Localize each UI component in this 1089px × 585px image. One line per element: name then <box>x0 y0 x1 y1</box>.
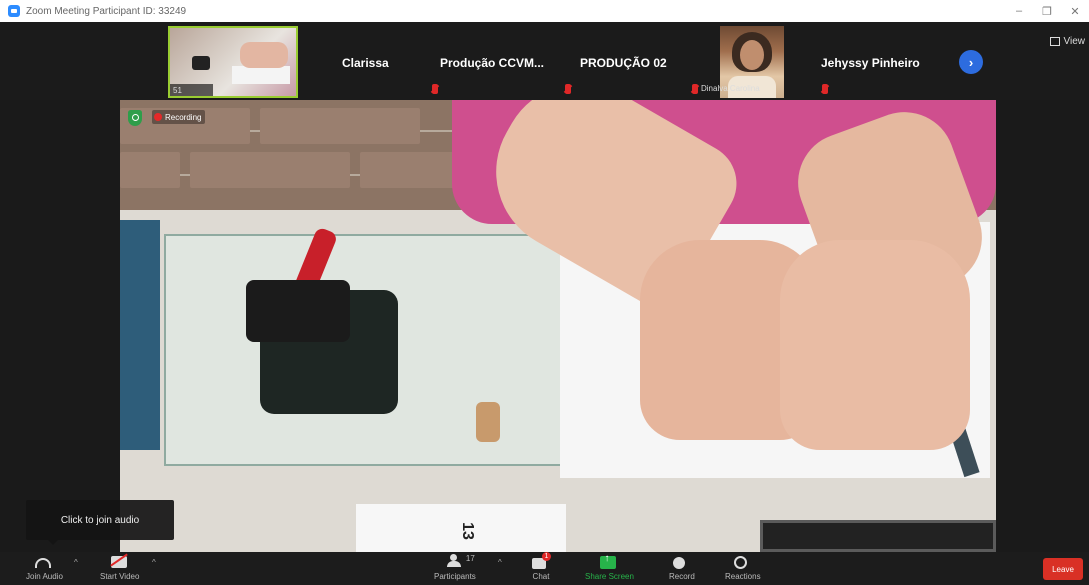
share-screen-label: Share Screen <box>585 572 634 581</box>
leave-meeting-button[interactable]: Leave <box>1043 558 1083 580</box>
ink-roller <box>246 280 350 342</box>
participants-button[interactable]: 17 Participants <box>434 554 476 581</box>
record-label: Record <box>669 572 695 581</box>
headphone-icon <box>35 558 52 568</box>
zoom-app-icon <box>8 5 20 17</box>
chat-button[interactable]: 1 Chat <box>532 552 551 581</box>
audio-options-caret[interactable]: ^ <box>74 558 78 567</box>
reactions-button[interactable]: Reactions <box>725 554 761 581</box>
chevron-right-icon: › <box>968 54 974 70</box>
tooltip-text: Click to join audio <box>60 514 140 526</box>
participants-icon <box>446 557 462 569</box>
chat-unread-badge: 1 <box>542 552 551 561</box>
participants-count: 17 <box>465 554 475 563</box>
start-video-button[interactable]: Start Video <box>100 554 139 581</box>
cork-piece <box>476 402 500 442</box>
tools-on-left <box>120 220 160 450</box>
black-box <box>760 520 996 552</box>
participants-label: Participants <box>434 572 476 581</box>
window-titlebar: Zoom Meeting Participant ID: 33249 – ❐ ✕ <box>0 0 1089 22</box>
muted-mic-icon <box>432 84 438 94</box>
minimize-button[interactable]: – <box>1005 5 1033 17</box>
restore-button[interactable]: ❐ <box>1033 5 1061 18</box>
thumbnail-paper <box>232 66 290 84</box>
muted-mic-icon <box>692 84 698 94</box>
window-title: Zoom Meeting Participant ID: 33249 <box>26 5 187 17</box>
recording-label: Recording <box>165 112 202 122</box>
close-button[interactable]: ✕ <box>1061 5 1089 18</box>
view-label: View <box>1063 36 1086 47</box>
start-video-label: Start Video <box>100 572 140 581</box>
view-toggle-button[interactable]: View <box>1049 36 1086 47</box>
participant-name-dinalva: Dinalva Carolina <box>701 84 760 93</box>
record-icon <box>672 557 685 569</box>
muted-mic-icon <box>565 84 571 94</box>
share-screen-button[interactable]: Share Screen <box>585 554 634 581</box>
presenter-right-hand <box>780 240 970 450</box>
self-thumbnail-label: 51 <box>170 84 213 96</box>
meeting-toolbar: Join Audio ^ Start Video ^ 17 Participan… <box>0 552 1089 585</box>
card-number: 13 <box>458 522 476 540</box>
participant-name-jehyssy[interactable]: Jehyssy Pinheiro <box>821 56 920 70</box>
recording-dot-icon <box>154 113 162 121</box>
participant-name-clarissa[interactable]: Clarissa <box>342 56 389 70</box>
participant-gallery-strip: View <box>0 22 1089 100</box>
thumbnail-roller <box>192 56 210 70</box>
participant-name-producao-02[interactable]: PRODUÇÃO 02 <box>580 56 667 70</box>
video-off-icon <box>110 556 127 568</box>
join-audio-label: Join Audio <box>26 572 63 581</box>
thumbnail-hands <box>240 42 288 68</box>
video-options-caret[interactable]: ^ <box>152 558 156 567</box>
record-button[interactable]: Record <box>669 554 695 581</box>
chat-label: Chat <box>532 572 550 581</box>
grid-view-icon <box>1049 37 1060 46</box>
next-page-button[interactable]: › <box>959 50 983 74</box>
join-audio-button[interactable]: Join Audio <box>26 554 63 581</box>
participants-options-caret[interactable]: ^ <box>498 558 502 567</box>
recording-indicator[interactable]: Recording <box>152 110 206 124</box>
participant-name-producao-ccvm[interactable]: Produção CCVM... <box>440 56 544 70</box>
join-audio-tooltip: Click to join audio <box>26 500 174 545</box>
share-screen-icon <box>600 556 617 569</box>
reactions-label: Reactions <box>725 572 761 581</box>
security-shield-icon[interactable] <box>128 110 142 126</box>
muted-mic-icon <box>822 84 828 94</box>
photo-face <box>740 40 764 70</box>
main-video-feed: 13 Recording <box>120 100 996 552</box>
self-video-thumbnail[interactable]: 51 <box>168 26 298 98</box>
smiley-icon <box>733 556 747 569</box>
